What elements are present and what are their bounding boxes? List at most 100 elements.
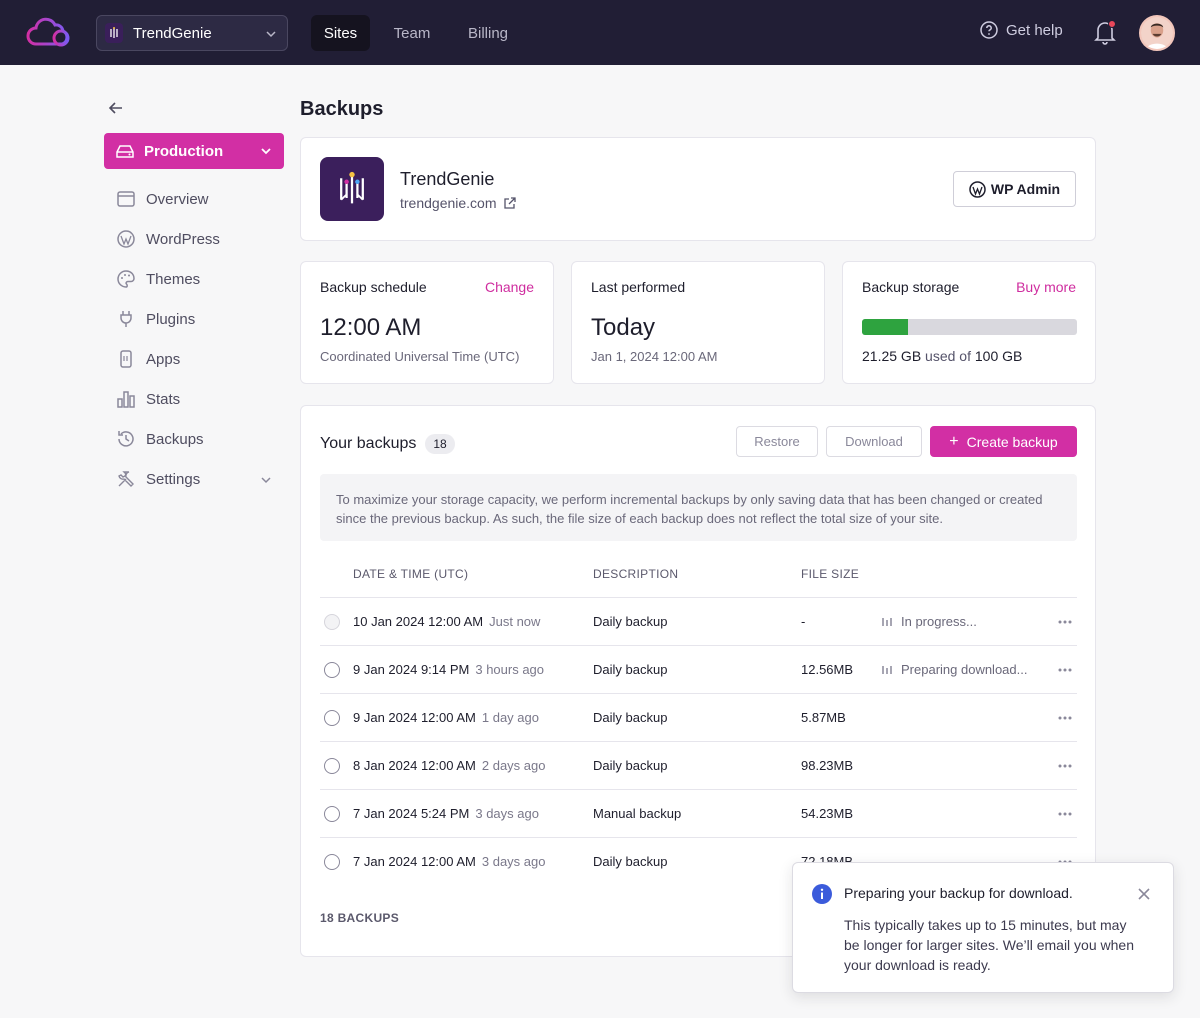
sidebar-item-overview[interactable]: Overview [116, 189, 272, 209]
more-options-icon[interactable] [1057, 758, 1073, 774]
row-status: In progress... [881, 614, 977, 629]
row-description: Manual backup [593, 806, 682, 821]
site-url-label: trendgenie.com [400, 195, 497, 211]
site-selector[interactable]: TrendGenie [96, 15, 288, 51]
more-options-icon[interactable] [1057, 614, 1073, 630]
tab-sites[interactable]: Sites [311, 15, 370, 51]
table-row[interactable]: 7 Jan 2024 5:24 PM 3 days ago Manual back… [320, 790, 1077, 838]
storage-used-of: used of [925, 348, 971, 364]
table-row[interactable]: 10 Jan 2024 12:00 AM Just now Daily backu… [320, 598, 1077, 646]
table-row[interactable]: 9 Jan 2024 12:00 AM 1 day ago Daily backu… [320, 694, 1077, 742]
external-link-icon [503, 196, 516, 210]
app-icon [116, 349, 136, 369]
palette-icon [116, 269, 136, 289]
last-performed-datetime: Jan 1, 2024 12:00 AM [591, 349, 718, 364]
tools-icon [116, 469, 136, 489]
notification-dot [1108, 20, 1116, 28]
sidebar-item-label: Stats [146, 390, 181, 408]
backup-schedule-card: Backup schedule Change 12:00 AM Coordina… [300, 261, 554, 384]
table-row[interactable]: 9 Jan 2024 9:14 PM 3 hours ago Daily back… [320, 646, 1077, 694]
sidebar-item-themes[interactable]: Themes [116, 269, 272, 289]
buy-more-link[interactable]: Buy more [1016, 279, 1076, 295]
change-schedule-link[interactable]: Change [485, 279, 534, 295]
storage-used: 21.25 GB [862, 348, 922, 364]
chevron-down-icon [260, 473, 272, 485]
create-backup-button[interactable]: + Create backup [930, 426, 1077, 457]
restore-button[interactable]: Restore [736, 426, 818, 457]
sidebar-item-settings[interactable]: Settings [116, 469, 272, 489]
user-avatar[interactable] [1139, 15, 1175, 51]
sidebar-item-label: Plugins [146, 310, 196, 328]
create-backup-label: Create backup [966, 433, 1058, 450]
page-title: Backups [300, 98, 384, 120]
chevron-down-icon [265, 27, 277, 39]
more-options-icon[interactable] [1057, 710, 1073, 726]
row-description: Daily backup [593, 614, 668, 629]
site-selector-label: TrendGenie [133, 24, 212, 42]
row-select-radio[interactable] [324, 614, 340, 630]
close-icon[interactable] [1137, 887, 1151, 901]
row-file-size: - [801, 614, 806, 629]
more-options-icon[interactable] [1057, 806, 1073, 822]
last-performed-card: Last performed Today Jan 1, 2024 12:00 A… [571, 261, 825, 384]
last-performed-title: Last performed [591, 279, 686, 295]
row-status: Preparing download... [881, 662, 1027, 677]
loading-bars-icon [882, 617, 892, 626]
sidebar-item-label: WordPress [146, 230, 220, 248]
schedule-timezone: Coordinated Universal Time (UTC) [320, 349, 520, 364]
brand-logo-icon[interactable] [24, 16, 74, 50]
server-icon [116, 144, 134, 158]
row-file-size: 5.87MB [801, 710, 846, 725]
row-select-radio[interactable] [324, 854, 340, 870]
storage-usage-text: 21.25 GB used of 100 GB [862, 348, 1022, 364]
sidebar-item-plugins[interactable]: Plugins [116, 309, 272, 329]
help-circle-icon [980, 21, 998, 39]
backups-total-count: 18 BACKUPS [320, 911, 400, 925]
info-icon [812, 884, 832, 904]
environment-label: Production [144, 142, 224, 160]
plug-icon [116, 309, 136, 329]
sidebar-item-label: Apps [146, 350, 181, 368]
site-url-link[interactable]: trendgenie.com [400, 195, 516, 211]
bar-chart-icon [116, 389, 136, 409]
table-row[interactable]: 8 Jan 2024 12:00 AM 2 days ago Daily back… [320, 742, 1077, 790]
tab-billing[interactable]: Billing [455, 15, 521, 51]
backup-storage-title: Backup storage [862, 279, 960, 295]
storage-progress-bar [862, 319, 1077, 335]
environment-selector[interactable]: Production [104, 133, 284, 169]
row-file-size: 54.23MB [801, 806, 854, 821]
tab-team[interactable]: Team [383, 15, 441, 51]
wp-admin-label: WP Admin [990, 181, 1061, 197]
storage-progress-fill [862, 319, 908, 335]
row-select-radio[interactable] [324, 662, 340, 678]
wordpress-icon [969, 180, 986, 198]
get-help-link[interactable]: Get help [980, 21, 1063, 39]
incremental-backup-notice: To maximize your storage capacity, we pe… [320, 474, 1077, 541]
browser-window-icon [116, 189, 136, 209]
notifications-button[interactable] [1093, 19, 1117, 45]
download-button[interactable]: Download [826, 426, 922, 457]
site-name: TrendGenie [400, 169, 495, 189]
toast-body: This typically takes up to 15 minutes, b… [844, 917, 1134, 973]
wp-admin-button[interactable]: WP Admin [953, 171, 1076, 207]
row-file-size: 98.23MB [801, 758, 854, 773]
back-arrow-icon[interactable] [108, 100, 124, 116]
sidebar-item-stats[interactable]: Stats [116, 389, 272, 409]
row-select-radio[interactable] [324, 806, 340, 822]
sidebar-item-apps[interactable]: Apps [116, 349, 272, 369]
sidebar-item-wordpress[interactable]: WordPress [116, 229, 272, 249]
sidebar-item-label: Backups [146, 430, 204, 448]
row-date: 7 Jan 2024 5:24 PM 3 days ago [353, 806, 539, 821]
more-options-icon[interactable] [1057, 662, 1073, 678]
backups-count-badge: 18 [425, 434, 455, 454]
get-help-label: Get help [1006, 21, 1063, 39]
column-header-date: DATE & TIME (UTC) [353, 567, 469, 581]
backup-storage-card: Backup storage Buy more 21.25 GB used of… [842, 261, 1096, 384]
sidebar-item-backups[interactable]: Backups [116, 429, 272, 449]
row-date: 8 Jan 2024 12:00 AM 2 days ago [353, 758, 546, 773]
row-select-radio[interactable] [324, 758, 340, 774]
row-select-radio[interactable] [324, 710, 340, 726]
loading-bars-icon [882, 665, 892, 674]
sidebar-item-label: Themes [146, 270, 201, 288]
column-header-file-size: FILE SIZE [801, 567, 860, 581]
